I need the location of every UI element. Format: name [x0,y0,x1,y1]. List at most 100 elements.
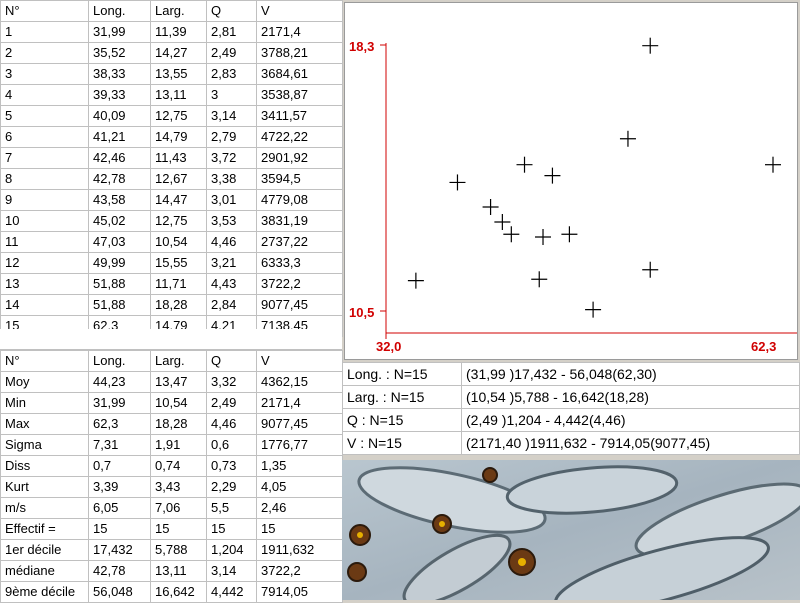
scatter-point [535,228,552,245]
measurements-cell: 3,38 [206,168,257,190]
measurements-cell: 3,72 [206,147,257,169]
measurements-cell: 2,84 [206,294,257,316]
statistics-cell: Min [0,392,89,414]
statistics-row: Max 62,3 18,28 4,46 9077,45 [0,413,343,435]
measurements-cell: 12,75 [150,210,207,232]
statistics-cell: 62,3 [88,413,151,435]
measurements-cell: 41,21 [88,126,151,148]
statistics-cell: 0,6 [206,434,257,456]
statistics-cell: 15 [256,518,343,540]
range-label: Long. : N=15 [342,362,462,386]
statistics-cell: 5,788 [150,539,207,561]
scatter-point [503,226,520,243]
scatter-point [765,156,781,173]
measurements-cell: 11,43 [150,147,207,169]
measurements-cell: 43,58 [88,189,151,211]
statistics-cell: 7914,05 [256,581,343,603]
measurements-cell: 3684,61 [256,63,343,85]
scatter-point [642,37,659,54]
measurements-row: 5 40,09 12,75 3,14 3411,57 [0,105,343,127]
statistics-cell: 4,05 [256,476,343,498]
measurements-cell: 2,83 [206,63,257,85]
scatter-point [531,271,548,288]
statistics-cell: médiane [0,560,89,582]
statistics-cell: 1,204 [206,539,257,561]
statistics-cell: 17,432 [88,539,151,561]
statistics-row: Min 31,99 10,54 2,49 2171,4 [0,392,343,414]
measurements-cell: 2737,22 [256,231,343,253]
statistics-row: Effectif = 15 15 15 15 [0,518,343,540]
y-tick-label: 18,3 [349,39,374,54]
statistics-cell: Effectif = [0,518,89,540]
statistics-cell: 2,46 [256,497,343,519]
statistics-cell: 44,23 [88,371,151,393]
statistics-cell: Kurt [0,476,89,498]
statistics-cell: 9ème décile [0,581,89,603]
ranges-table: Long. : N=15 (31,99 )17,432 - 56,048(62,3… [342,362,800,455]
measurements-row: 14 51,88 18,28 2,84 9077,45 [0,294,343,316]
measurements-cell: 3 [206,84,257,106]
scatter-svg: 18,3 10,5 32,0 62,3 [349,37,797,354]
microscope-photo [342,460,800,600]
measurements-row: 2 35,52 14,27 2,49 3788,21 [0,42,343,64]
statistics-cell: 15 [206,518,257,540]
statistics-row: Sigma 7,31 1,91 0,6 1776,77 [0,434,343,456]
measurements-cell: 51,88 [88,273,151,295]
measurements-row: 9 43,58 14,47 3,01 4779,08 [0,189,343,211]
measurements-cell: 14,47 [150,189,207,211]
statistics-cell: 6,05 [88,497,151,519]
measurements-cell: 13,55 [150,63,207,85]
measurements-header-row: N° Long. Larg. Q V [0,0,343,22]
measurements-cell: 2 [0,42,89,64]
measurements-cell: 51,88 [88,294,151,316]
measurements-header-cell: Q [206,0,257,22]
statistics-header-row: N° Long. Larg. Q V [0,350,343,372]
statistics-cell: Sigma [0,434,89,456]
measurements-header-cell: N° [0,0,89,22]
statistics-row: Diss 0,7 0,74 0,73 1,35 [0,455,343,477]
measurements-row: 7 42,46 11,43 3,72 2901,92 [0,147,343,169]
measurements-cell: 11,71 [150,273,207,295]
statistics-cell: 0,73 [206,455,257,477]
measurements-row: 11 47,03 10,54 4,46 2737,22 [0,231,343,253]
statistics-cell: 56,048 [88,581,151,603]
measurements-cell: 9 [0,189,89,211]
measurements-cell: 4722,22 [256,126,343,148]
measurements-cell: 3411,57 [256,105,343,127]
measurements-cell: 12,75 [150,105,207,127]
measurements-cell: 3722,2 [256,273,343,295]
x-tick-label: 62,3 [751,339,776,354]
statistics-cell: 9077,45 [256,413,343,435]
measurements-cell: 42,78 [88,168,151,190]
statistics-cell: m/s [0,497,89,519]
statistics-row: m/s 6,05 7,06 5,5 2,46 [0,497,343,519]
measurements-cell: 14,27 [150,42,207,64]
range-label: V : N=15 [342,431,462,455]
measurements-cell: 13,11 [150,84,207,106]
measurements-cell: 3,53 [206,210,257,232]
measurements-cell: 4779,08 [256,189,343,211]
measurements-cell: 8 [0,168,89,190]
scatter-point [449,174,466,191]
measurements-cell: 2171,4 [256,21,343,43]
statistics-cell: Max [0,413,89,435]
table-spacer-row [0,329,342,350]
statistics-row: 9ème décile 56,048 16,642 4,442 7914,05 [0,581,343,603]
range-label: Q : N=15 [342,408,462,432]
statistics-cell: 16,642 [150,581,207,603]
measurements-cell: 18,28 [150,294,207,316]
statistics-cell: 0,74 [150,455,207,477]
measurements-cell: 13 [0,273,89,295]
statistics-header-cell: N° [0,350,89,372]
statistics-table: N° Long. Larg. Q V Moy 44,23 13,47 3,32 4362,15 Mi… [0,350,343,603]
statistics-cell: 1911,632 [256,539,343,561]
measurements-cell: 2901,92 [256,147,343,169]
measurements-cell: 10,54 [150,231,207,253]
range-row: Larg. : N=15 (10,54 )5,788 - 16,642(18,28… [342,385,800,409]
statistics-cell: 2171,4 [256,392,343,414]
statistics-row: 1er décile 17,432 5,788 1,204 1911,632 [0,539,343,561]
measurements-cell: 35,52 [88,42,151,64]
measurements-cell: 47,03 [88,231,151,253]
measurements-cell: 45,02 [88,210,151,232]
measurements-row: 4 39,33 13,11 3 3538,87 [0,84,343,106]
